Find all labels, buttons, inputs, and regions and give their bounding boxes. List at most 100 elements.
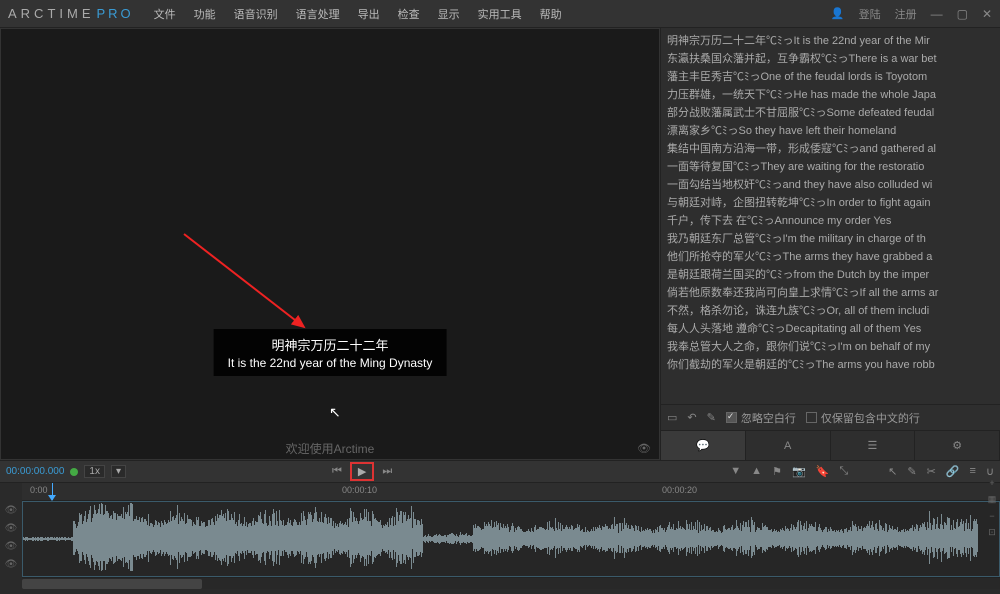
camera-icon[interactable]: 📷: [792, 465, 806, 478]
user-icon[interactable]: 👤: [831, 7, 845, 20]
track-eye-icon[interactable]: 👁: [0, 519, 22, 537]
login-link[interactable]: 登陆: [859, 6, 881, 22]
video-preview[interactable]: 明神宗万历二十二年 It is the 22nd year of the Min…: [0, 28, 660, 460]
tracks-area: 👁 👁 👁 👁: [22, 501, 1000, 577]
undo-icon[interactable]: ↶: [687, 411, 696, 424]
script-line[interactable]: 漂离家乡℃ﾐっSo they have left their homeland: [667, 122, 994, 140]
zoom-out-icon[interactable]: −: [989, 511, 994, 521]
menu-check[interactable]: 检查: [398, 6, 420, 22]
script-line[interactable]: 东瀛扶桑国众藩并起，互争霸权℃ﾐっThere is a war bet: [667, 50, 994, 68]
timeline-scrollbar[interactable]: [22, 577, 1000, 589]
link-tool-icon[interactable]: 🔗: [946, 465, 960, 478]
script-line[interactable]: 千户，传下去 在℃ﾐっAnnounce my order Yes: [667, 212, 994, 230]
script-line[interactable]: 是朝廷跟荷兰国买的℃ﾐっfrom the Dutch by the imper: [667, 266, 994, 284]
main-menu: 文件 功能 语音识别 语言处理 导出 检查 显示 实用工具 帮助: [154, 6, 562, 22]
menu-file[interactable]: 文件: [154, 6, 176, 22]
script-line[interactable]: 每人人头落地 遵命℃ﾐっDecapitating all of them Yes: [667, 320, 994, 338]
checkbox-icon: [726, 412, 737, 423]
edit-icon[interactable]: ✎: [707, 411, 716, 424]
pointer-tool-icon[interactable]: ↖: [888, 465, 897, 478]
prev-frame-icon[interactable]: ⏮: [332, 465, 342, 478]
script-line[interactable]: 藩主丰臣秀吉℃ﾐっOne of the feudal lords is Toyo…: [667, 68, 994, 86]
tab-font[interactable]: A: [746, 431, 831, 460]
time-ruler[interactable]: 0:00 00:00:10 00:00:20: [22, 483, 1000, 501]
topbar-right: 👤 登陆 注册 — ▢ ✕: [831, 6, 992, 22]
script-line[interactable]: 不然，格杀勿论，诛连九族℃ﾐっOr, all of them includi: [667, 302, 994, 320]
menu-display[interactable]: 显示: [438, 6, 460, 22]
ruler-tick: 00:00:20: [662, 485, 697, 495]
keep-chinese-label: 仅保留包含中文的行: [821, 410, 920, 426]
welcome-text: 欢迎使用Arctime: [286, 440, 375, 457]
script-line[interactable]: 力压群雄，一统天下℃ﾐっHe has made the whole Japa: [667, 86, 994, 104]
menu-tools[interactable]: 实用工具: [478, 6, 522, 22]
menu-export[interactable]: 导出: [358, 6, 380, 22]
menu-function[interactable]: 功能: [194, 6, 216, 22]
bookmark-icon[interactable]: 🔖: [816, 465, 830, 478]
track-eye-icon[interactable]: 👁: [0, 537, 22, 555]
zoom-in-icon[interactable]: +: [989, 478, 994, 488]
magnet-tool-icon[interactable]: ∪: [986, 465, 994, 478]
ignore-blank-checkbox[interactable]: 忽略空白行: [726, 410, 796, 426]
menu-help[interactable]: 帮助: [540, 6, 562, 22]
main-area: 明神宗万历二十二年 It is the 22nd year of the Min…: [0, 28, 1000, 460]
maximize-icon[interactable]: ▢: [957, 7, 968, 21]
script-line[interactable]: 集结中国南方沿海一带，形成倭寇℃ﾐっand gathered al: [667, 140, 994, 158]
flag-icon[interactable]: ⚑: [772, 465, 782, 478]
edit-tool-icon[interactable]: ✎: [907, 465, 916, 478]
script-line[interactable]: 一面勾结当地权奸℃ﾐっand they have also colluded w…: [667, 176, 994, 194]
waveform-display: [23, 502, 999, 576]
timeline-tools: ▼ ▲ ⚑ 📷 🔖 ⤡ ↖ ✎ ✂ 🔗 ≡ ∪: [730, 465, 994, 478]
script-line[interactable]: 部分战败藩属武士不甘屈服℃ﾐっSome defeated feudal: [667, 104, 994, 122]
script-toolbar: ▭ ↶ ✎ 忽略空白行 仅保留包含中文的行: [661, 404, 1000, 430]
register-link[interactable]: 注册: [895, 6, 917, 22]
track-eye-icon[interactable]: 👁: [0, 501, 22, 519]
tab-list[interactable]: ☰: [831, 431, 916, 460]
script-line[interactable]: 与朝廷对峙，企图扭转乾坤℃ﾐっIn order to fight again: [667, 194, 994, 212]
timeline: 0:00 00:00:10 00:00:20 👁 👁 👁 👁: [0, 482, 1000, 594]
tab-chat[interactable]: 💬: [661, 431, 746, 460]
play-button[interactable]: ▶: [350, 462, 374, 481]
menu-language[interactable]: 语言处理: [296, 6, 340, 22]
side-tabs: 💬 A ☰ ⚙: [661, 430, 1000, 460]
ruler-tick: 00:00:10: [342, 485, 377, 495]
script-line[interactable]: 明神宗万历二十二年℃ﾐっIt is the 22nd year of the M…: [667, 32, 994, 50]
subtitle-line-2: It is the 22nd year of the Ming Dynasty: [228, 356, 433, 370]
close-icon[interactable]: ✕: [982, 7, 992, 21]
playback-controls: ⏮ ▶ ⏭: [332, 462, 392, 481]
script-panel: 明神宗万历二十二年℃ﾐっIt is the 22nd year of the M…: [660, 28, 1000, 460]
zoom-fit-icon[interactable]: ⊡: [988, 527, 996, 538]
marker-up-icon[interactable]: ▲: [751, 465, 762, 478]
script-line[interactable]: 倘若他原数奉还我尚可向皇上求情℃ﾐっIf all the arms ar: [667, 284, 994, 302]
minimize-icon[interactable]: —: [931, 7, 943, 21]
keep-chinese-checkbox[interactable]: 仅保留包含中文的行: [806, 410, 920, 426]
topbar: ARCTIME PRO 文件 功能 语音识别 语言处理 导出 检查 显示 实用工…: [0, 0, 1000, 28]
playhead[interactable]: [52, 483, 53, 500]
speed-selector[interactable]: 1x: [84, 465, 105, 478]
cursor-icon: ↖: [329, 404, 341, 421]
app-logo: ARCTIME PRO: [8, 6, 134, 21]
scrollbar-thumb[interactable]: [22, 579, 202, 589]
script-line[interactable]: 一面等待复国℃ﾐっThey are waiting for the restor…: [667, 158, 994, 176]
visibility-toggle-icon[interactable]: 👁: [637, 442, 651, 455]
tab-settings[interactable]: ⚙: [915, 431, 1000, 460]
ruler-tick: 0:00: [30, 485, 48, 495]
timecode-display: 00:00:00.000: [6, 466, 64, 477]
script-line[interactable]: 你们截劫的军火是朝廷的℃ﾐっThe arms you have robb: [667, 356, 994, 374]
script-line[interactable]: 我奉总管大人之命，跟你们说℃ﾐっI'm on behalf of my: [667, 338, 994, 356]
collapse-icon[interactable]: ⤡: [839, 465, 848, 478]
marker-down-icon[interactable]: ▼: [730, 465, 741, 478]
script-line[interactable]: 我乃朝廷东厂总管℃ﾐっI'm the military in charge of…: [667, 230, 994, 248]
subtitle-overlay: 明神宗万历二十二年 It is the 22nd year of the Min…: [214, 329, 447, 376]
annotation-arrow: [179, 229, 319, 339]
import-script-icon[interactable]: ▭: [667, 411, 677, 424]
align-tool-icon[interactable]: ≡: [970, 465, 976, 478]
menu-speech[interactable]: 语音识别: [234, 6, 278, 22]
cut-tool-icon[interactable]: ✂: [927, 465, 936, 478]
speed-dropdown-icon[interactable]: ▾: [111, 465, 126, 478]
track-eye-icon[interactable]: 👁: [0, 555, 22, 573]
audio-waveform-track[interactable]: [22, 501, 1000, 577]
next-frame-icon[interactable]: ⏭: [382, 465, 392, 478]
zoom-level-icon[interactable]: ▦: [988, 494, 997, 505]
script-list[interactable]: 明神宗万历二十二年℃ﾐっIt is the 22nd year of the M…: [661, 28, 1000, 404]
script-line[interactable]: 他们所抢夺的军火℃ﾐっThe arms they have grabbed a: [667, 248, 994, 266]
